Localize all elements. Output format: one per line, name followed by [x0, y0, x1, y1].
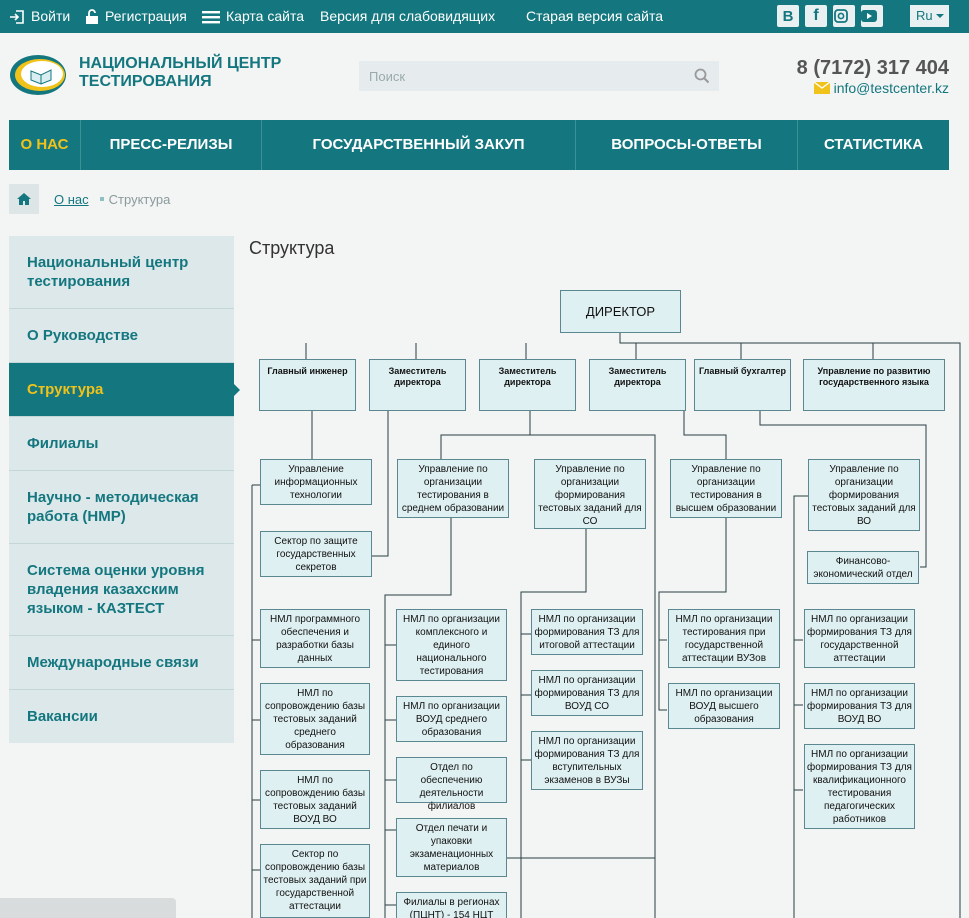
org-box-regional-branches: Филиалы в регионах (ПЦНТ) - 154 НЦТ: [396, 892, 507, 918]
org-box-deputy-2: Заместитель директора: [479, 359, 576, 411]
org-box-finance-dept: Финансово-экономический отдел: [807, 551, 919, 584]
org-box-deputy-3: Заместитель директора: [589, 359, 686, 411]
org-box-voud-so-lab: НМЛ по организации формирования ТЗ для В…: [531, 670, 643, 716]
org-box-higher-testing-dept: Управление по организации тестирования в…: [670, 459, 782, 518]
org-box-secrets-sector: Сектор по защите государственных секрето…: [260, 531, 372, 577]
org-box-higher-db-lab: НМЛ по сопровождению базы тестовых задан…: [260, 770, 370, 829]
org-box-ent-lab: НМЛ по организации комплексного и единог…: [396, 609, 507, 681]
org-box-final-attestation-lab: НМЛ по организации формирования ТЗ для и…: [531, 609, 643, 655]
org-box-university-attestation-lab: НМЛ по организации тестирования при госу…: [668, 609, 780, 668]
org-box-so-tasks-dept: Управление по организации формирования т…: [534, 459, 646, 529]
org-box-entrance-exams-lab: НМЛ по организации формирования ТЗ для в…: [531, 731, 643, 790]
org-box-chief-engineer: Главный инженер: [259, 359, 356, 411]
org-box-branch-support: Отдел по обеспечению деятельности филиал…: [396, 757, 507, 812]
org-box-it-dept: Управление информационных технологии: [260, 459, 372, 505]
org-box-printing-dept: Отдел печати и упаковки экзаменационных …: [396, 818, 507, 877]
org-box-chief-accountant: Главный бухгалтер: [694, 359, 791, 411]
org-box-state-attestation-lab: НМЛ по организации формирования ТЗ для г…: [804, 609, 915, 668]
org-box-deputy-1: Заместитель директора: [369, 359, 466, 411]
org-box-software-lab: НМЛ программного обеспечения и разработк…: [260, 609, 370, 668]
org-box-secondary-testing-dept: Управление по организации тестирования в…: [397, 459, 509, 518]
org-box-teacher-qualification-lab: НМЛ по организации формирования ТЗ для к…: [804, 744, 915, 829]
org-box-voud-vo-lab: НМЛ по организации формирования ТЗ для В…: [804, 683, 915, 729]
org-box-director: ДИРЕКТОР: [560, 290, 681, 333]
org-box-voud-secondary-lab: НМЛ по организации ВОУД среднего образов…: [396, 696, 507, 742]
org-box-attestation-sector: Сектор по сопровождению базы тестовых за…: [260, 844, 370, 918]
org-box-language-dept: Управление по развитию государственного …: [803, 359, 945, 411]
bottom-overlay-bar: [0, 898, 176, 918]
org-box-vo-tasks-dept: Управление по организации формирования т…: [808, 459, 920, 531]
org-box-secondary-db-lab: НМЛ по сопровождению базы тестовых задан…: [260, 683, 370, 755]
org-box-voud-higher-lab: НМЛ по организации ВОУД высшего образова…: [668, 683, 780, 729]
